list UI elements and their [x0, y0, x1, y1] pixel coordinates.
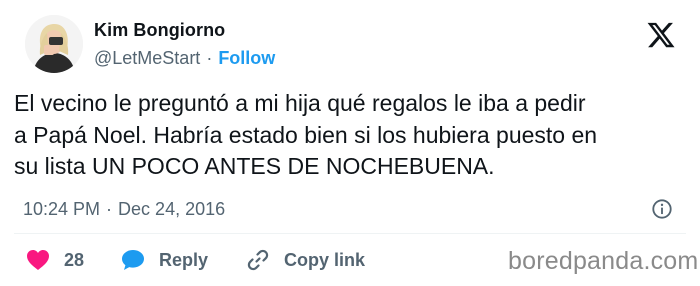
tweet-text-line: a Papá Noel. Habría estado bien si los h…: [14, 121, 598, 148]
avatar[interactable]: [25, 15, 83, 73]
reply-button[interactable]: Reply: [121, 248, 208, 272]
reply-bubble-icon: [122, 250, 144, 270]
author-handle-row: @LetMeStart · Follow: [94, 48, 275, 69]
like-button[interactable]: 28: [26, 248, 84, 272]
like-count: 28: [64, 249, 85, 270]
tweet-time[interactable]: 10:24 PM: [23, 199, 100, 219]
heart-icon: [27, 250, 49, 270]
watermark: boredpanda.com: [508, 247, 699, 275]
divider: [14, 233, 686, 234]
follow-button[interactable]: Follow: [218, 48, 275, 68]
x-logo-icon[interactable]: [645, 20, 677, 50]
info-icon[interactable]: [651, 198, 673, 220]
author-name[interactable]: Kim Bongiorno: [94, 20, 225, 41]
link-icon: [247, 249, 269, 271]
reply-label: Reply: [159, 249, 209, 270]
author-handle[interactable]: @LetMeStart: [94, 48, 200, 68]
tweet-text: El vecino le preguntó a mi hija qué rega…: [14, 88, 694, 183]
tweet-text-line: El vecino le preguntó a mi hija qué rega…: [14, 90, 586, 116]
separator-dot: ·: [106, 199, 113, 219]
separator-dot: ·: [206, 48, 213, 68]
copy-link-button[interactable]: Copy link: [246, 248, 365, 272]
tweet-timestamp[interactable]: 10:24 PM · Dec 24, 2016: [23, 199, 225, 220]
copy-link-label: Copy link: [284, 249, 366, 270]
tweet-date[interactable]: Dec 24, 2016: [118, 199, 225, 219]
tweet-text-line: su lista UN POCO ANTES DE NOCHEBUENA.: [14, 153, 495, 179]
tweet-card: Kim Bongiorno @LetMeStart · Follow El veci…: [0, 0, 700, 286]
